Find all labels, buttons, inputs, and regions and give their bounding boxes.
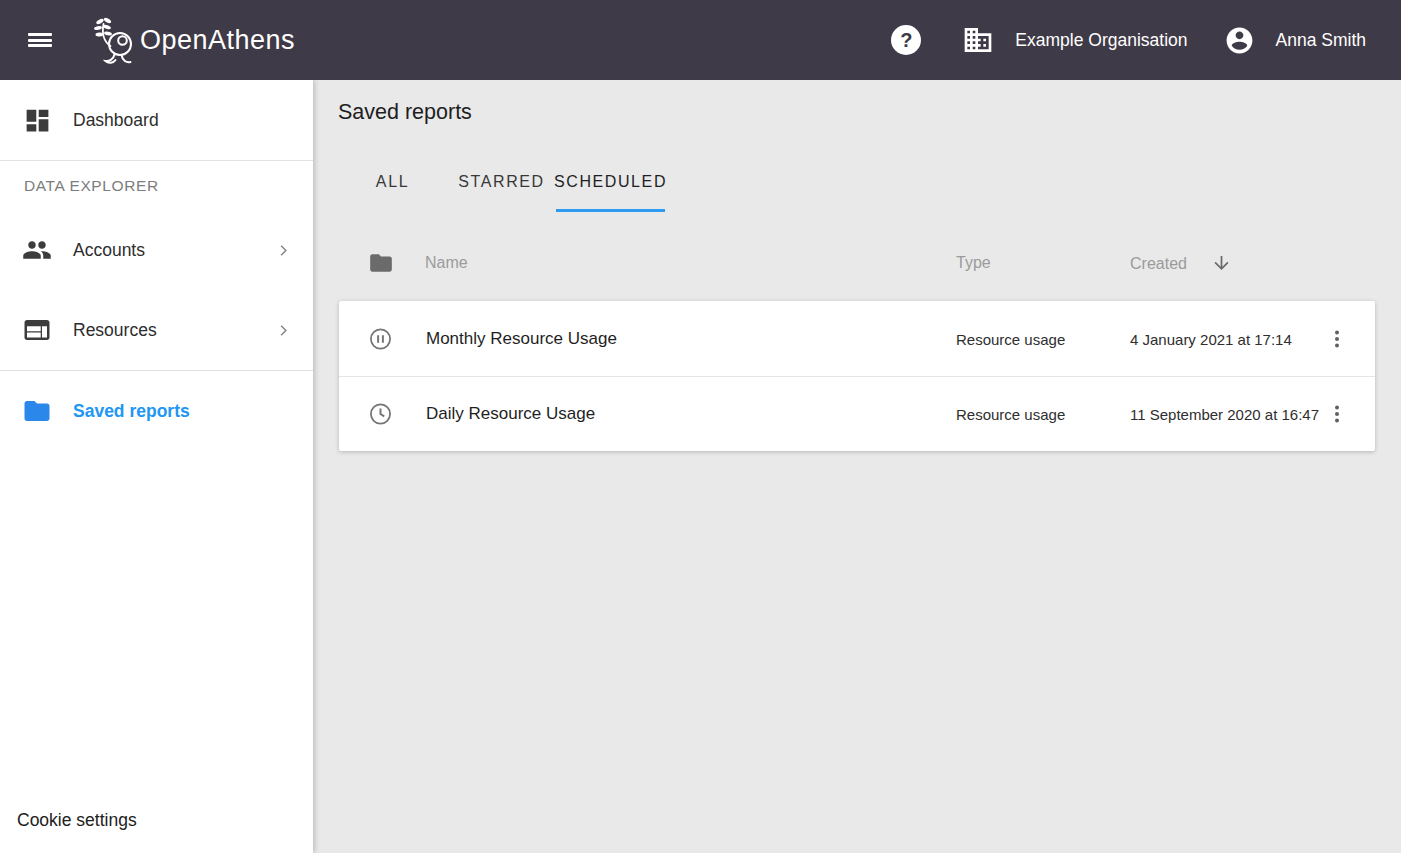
row-menu-icon[interactable] [1325,402,1349,426]
user-name: Anna Smith [1276,30,1366,51]
sidebar-item-label: Accounts [73,240,145,261]
sidebar-item-label: Saved reports [73,401,190,422]
chevron-right-icon [274,241,293,260]
dashboard-icon [22,105,52,135]
cookie-settings-link[interactable]: Cookie settings [17,810,137,831]
tab-scheduled[interactable]: SCHEDULED [556,159,665,212]
menu-icon[interactable] [28,33,52,47]
table-row[interactable]: Monthly Resource Usage Resource usage 4 … [339,301,1375,376]
tab-starred[interactable]: STARRED [447,159,556,212]
row-menu-icon[interactable] [1325,327,1349,351]
top-bar: OpenAthens ? Example Organisation Anna S… [0,0,1401,80]
report-type: Resource usage [956,406,1065,423]
column-header-name[interactable]: Name [425,254,468,272]
sidebar-item-label: Resources [73,320,157,341]
tab-bar: ALL STARRED SCHEDULED [338,159,1401,212]
page-title: Saved reports [338,100,1401,125]
table-row[interactable]: Daily Resource Usage Resource usage 11 S… [339,376,1375,451]
openathens-owl-icon [92,15,137,65]
saved-reports-table: Monthly Resource Usage Resource usage 4 … [339,301,1375,451]
column-header-type[interactable]: Type [956,254,991,272]
sidebar-section-label: DATA EXPLORER [0,161,313,210]
folder-icon [368,250,394,276]
user-menu[interactable]: Anna Smith [1224,25,1366,56]
sidebar: Dashboard DATA EXPLORER Accounts Resourc… [0,80,313,853]
report-type: Resource usage [956,330,1065,347]
main-content: Saved reports ALL STARRED SCHEDULED Name… [313,80,1401,853]
account-icon [1224,25,1255,56]
brand-name: OpenAthens [140,25,295,56]
tab-all[interactable]: ALL [338,159,447,212]
sidebar-item-accounts[interactable]: Accounts [0,210,313,290]
folder-icon [22,396,52,426]
people-icon [22,235,52,265]
resources-icon [22,315,52,345]
report-name: Daily Resource Usage [426,404,595,424]
report-created: 4 January 2021 at 17:14 [1130,330,1292,347]
building-icon [962,24,994,56]
table-header: Name Type Created [339,238,1375,288]
organisation-switcher[interactable]: Example Organisation [962,24,1187,56]
openathens-logo: OpenAthens [92,15,295,65]
pause-icon [368,326,393,351]
chevron-right-icon [274,321,293,340]
sidebar-item-resources[interactable]: Resources [0,290,313,370]
report-name: Monthly Resource Usage [426,329,617,349]
report-created: 11 September 2020 at 16:47 [1130,406,1319,423]
clock-icon [368,402,393,427]
sidebar-item-saved-reports[interactable]: Saved reports [0,371,313,451]
sidebar-item-dashboard[interactable]: Dashboard [0,80,313,160]
sidebar-item-label: Dashboard [73,110,159,131]
sort-desc-arrow-icon[interactable] [1211,253,1232,274]
help-icon[interactable]: ? [891,25,921,55]
column-header-created[interactable]: Created [1130,253,1232,274]
organisation-name: Example Organisation [1015,30,1187,51]
